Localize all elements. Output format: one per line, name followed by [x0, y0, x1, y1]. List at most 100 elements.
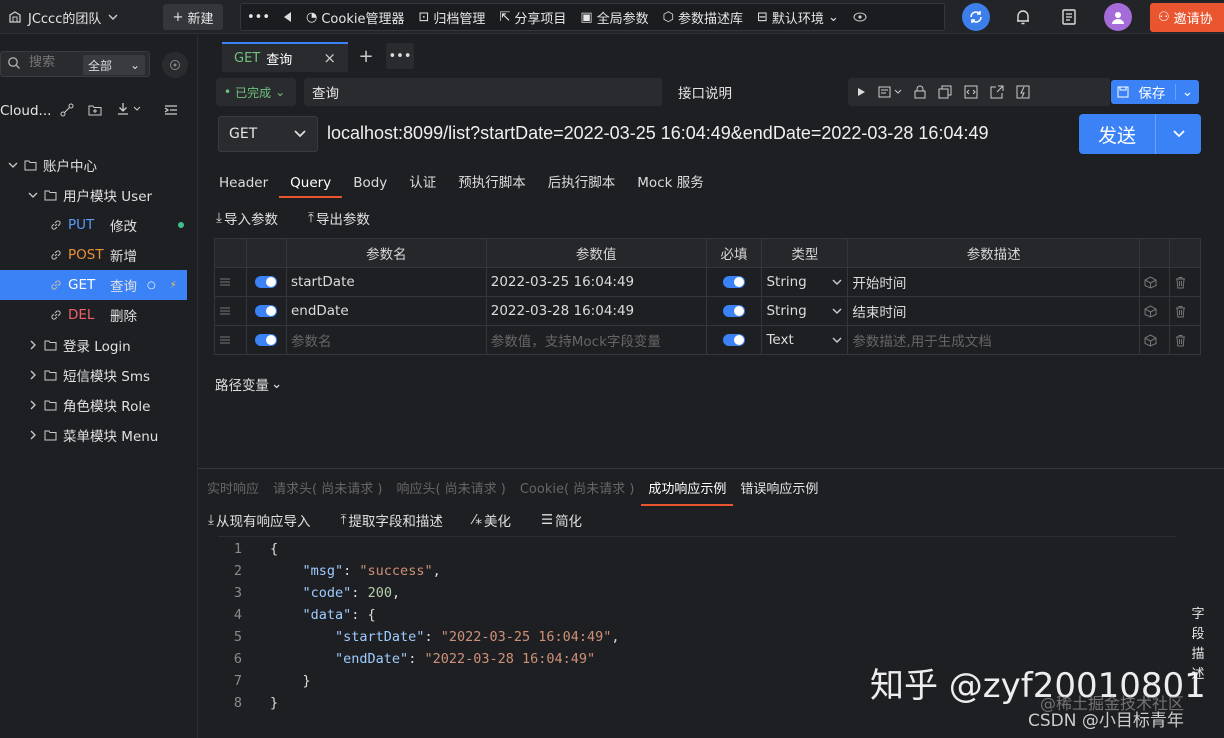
bell-icon[interactable] [1014, 8, 1032, 26]
simplify-button[interactable]: ☰ 简化 [541, 510, 582, 530]
sync-icon[interactable] [962, 3, 990, 31]
enable-toggle[interactable] [255, 334, 278, 346]
required-toggle[interactable] [722, 334, 745, 346]
trash-icon[interactable] [1168, 325, 1202, 355]
lock-icon[interactable] [914, 85, 926, 99]
new-button[interactable]: + 新建 [163, 4, 223, 30]
tab-response-headers[interactable]: 响应头( 尚未请求 ) [389, 478, 512, 506]
tree-folder[interactable]: 角色模块 Role [0, 390, 198, 420]
search-input[interactable] [29, 55, 69, 70]
layout-icon[interactable] [878, 86, 902, 98]
share-button[interactable]: ⇱ 分享项目 [499, 8, 566, 27]
tab-request-headers[interactable]: 请求头( 尚未请求 ) [266, 478, 389, 506]
flash-icon[interactable] [1016, 85, 1030, 99]
method-select[interactable]: GET [218, 116, 318, 152]
eye-icon[interactable] [853, 12, 867, 22]
import-response-button[interactable]: ⤓ 从现有响应导入 [208, 510, 310, 530]
url-input[interactable]: localhost:8099/list?startDate=2022-03-25… [322, 114, 1070, 152]
api-name-input[interactable]: 查询 [304, 78, 662, 106]
drag-handle-icon[interactable] [214, 325, 247, 355]
cube-icon[interactable] [1138, 267, 1170, 297]
avatar[interactable] [1104, 3, 1132, 31]
trash-icon[interactable] [1168, 296, 1202, 326]
tab-header[interactable]: Header [208, 170, 279, 198]
param-desc-lib-button[interactable]: ⬡ 参数描述库 [663, 8, 743, 27]
tab-pre-script[interactable]: 预执行脚本 [447, 170, 537, 198]
tree-folder[interactable]: 账户中心 [0, 150, 198, 180]
download-icon[interactable] [116, 102, 144, 116]
more-tabs-icon[interactable]: ••• [386, 43, 414, 69]
tree-folder[interactable]: 登录 Login [0, 330, 198, 360]
tree-api-item[interactable]: PUT 修改 [0, 210, 198, 240]
archive-button[interactable]: ⊡ 归档管理 [418, 8, 485, 27]
type-select[interactable]: String [761, 296, 849, 326]
cube-icon[interactable] [1138, 296, 1170, 326]
close-icon[interactable]: × [323, 49, 336, 67]
team-selector[interactable]: JCccc的团队 [8, 0, 119, 34]
collapse-icon[interactable] [164, 103, 178, 117]
chevron-right-icon[interactable] [26, 340, 40, 350]
tree-api-item[interactable]: DEL 删除 [0, 300, 198, 330]
chevron-right-icon[interactable] [26, 370, 40, 380]
document-icon[interactable] [1060, 8, 1078, 26]
chevron-down-icon[interactable]: ⌄ [1174, 84, 1193, 100]
chevron-down-icon[interactable] [26, 191, 40, 199]
tab-body[interactable]: Body [342, 170, 398, 198]
tab-post-script[interactable]: 后执行脚本 [537, 170, 627, 198]
filter-select[interactable]: 全部 ⌄ [83, 55, 145, 75]
type-select[interactable]: String [761, 267, 849, 297]
folder-add-icon[interactable] [88, 103, 102, 117]
tab-query[interactable]: Query [279, 170, 343, 198]
save-button[interactable]: 保存 ⌄ [1111, 80, 1199, 104]
param-desc-cell[interactable]: 结束时间 [847, 296, 1140, 326]
chevron-down-icon[interactable] [6, 161, 20, 169]
beautify-button[interactable]: ⁄⁎ 美化 [473, 510, 511, 530]
param-desc-cell[interactable]: 开始时间 [847, 267, 1140, 297]
chevron-right-icon[interactable] [26, 400, 40, 410]
play-icon[interactable] [856, 87, 866, 97]
add-tab-icon[interactable]: + [356, 45, 376, 67]
tab-mock[interactable]: Mock 服务 [626, 170, 714, 198]
param-desc-cell[interactable]: 参数描述,用于生成文档 [847, 325, 1140, 355]
tab-success-example[interactable]: 成功响应示例 [641, 478, 734, 506]
global-params-button[interactable]: ▣ 全局参数 [580, 8, 648, 27]
chevron-right-icon[interactable] [26, 430, 40, 440]
arrow-left-icon[interactable] [284, 12, 292, 22]
chevron-down-icon[interactable] [1155, 114, 1201, 154]
status-select[interactable]: • 已完成 ⌄ [216, 78, 296, 106]
enable-toggle[interactable] [255, 276, 278, 288]
drag-handle-icon[interactable] [214, 296, 247, 326]
param-name-cell[interactable]: 参数名 [285, 325, 487, 355]
tab-live-response[interactable]: 实时响应 [200, 478, 266, 506]
more-icon[interactable]: ••• [247, 10, 270, 25]
share-node-icon[interactable] [60, 103, 74, 117]
drag-handle-icon[interactable] [214, 267, 247, 297]
path-variables-toggle[interactable]: 路径变量 ⌄ [215, 374, 282, 394]
tree-folder[interactable]: 用户模块 User [0, 180, 198, 210]
code-icon[interactable] [964, 85, 978, 99]
tab-error-example[interactable]: 错误响应示例 [733, 478, 825, 506]
project-name[interactable]: Cloud... [0, 103, 51, 119]
cube-icon[interactable] [1138, 325, 1170, 355]
import-params-button[interactable]: ⤓ 导入参数 [216, 208, 278, 228]
cookie-manager-button[interactable]: ◔ Cookie管理器 [306, 8, 404, 27]
required-toggle[interactable] [722, 305, 745, 317]
tab-auth[interactable]: 认证 [398, 170, 447, 198]
param-value-cell[interactable]: 2022-03-25 16:04:49 [485, 267, 707, 297]
param-value-cell[interactable]: 2022-03-28 16:04:49 [485, 296, 707, 326]
export-icon[interactable] [990, 85, 1004, 99]
trash-icon[interactable] [1168, 267, 1202, 297]
param-name-cell[interactable]: startDate [285, 267, 487, 297]
send-button[interactable]: 发送 [1079, 114, 1201, 154]
copy-icon[interactable] [938, 85, 952, 99]
enable-toggle[interactable] [255, 305, 278, 317]
section-divider[interactable] [198, 468, 1224, 469]
tab-get-query[interactable]: GET 查询 × [222, 42, 348, 72]
locate-icon[interactable] [162, 52, 188, 78]
type-select[interactable]: Text [761, 325, 849, 355]
extract-fields-button[interactable]: ⤒ 提取字段和描述 [340, 510, 442, 530]
export-params-button[interactable]: ⤒ 导出参数 [308, 208, 370, 228]
env-selector[interactable]: ⊟ 默认环境 ⌄ [757, 8, 839, 27]
tree-api-item[interactable]: GET 查询 ○ ⚡ [0, 270, 187, 300]
param-name-cell[interactable]: endDate [285, 296, 487, 326]
